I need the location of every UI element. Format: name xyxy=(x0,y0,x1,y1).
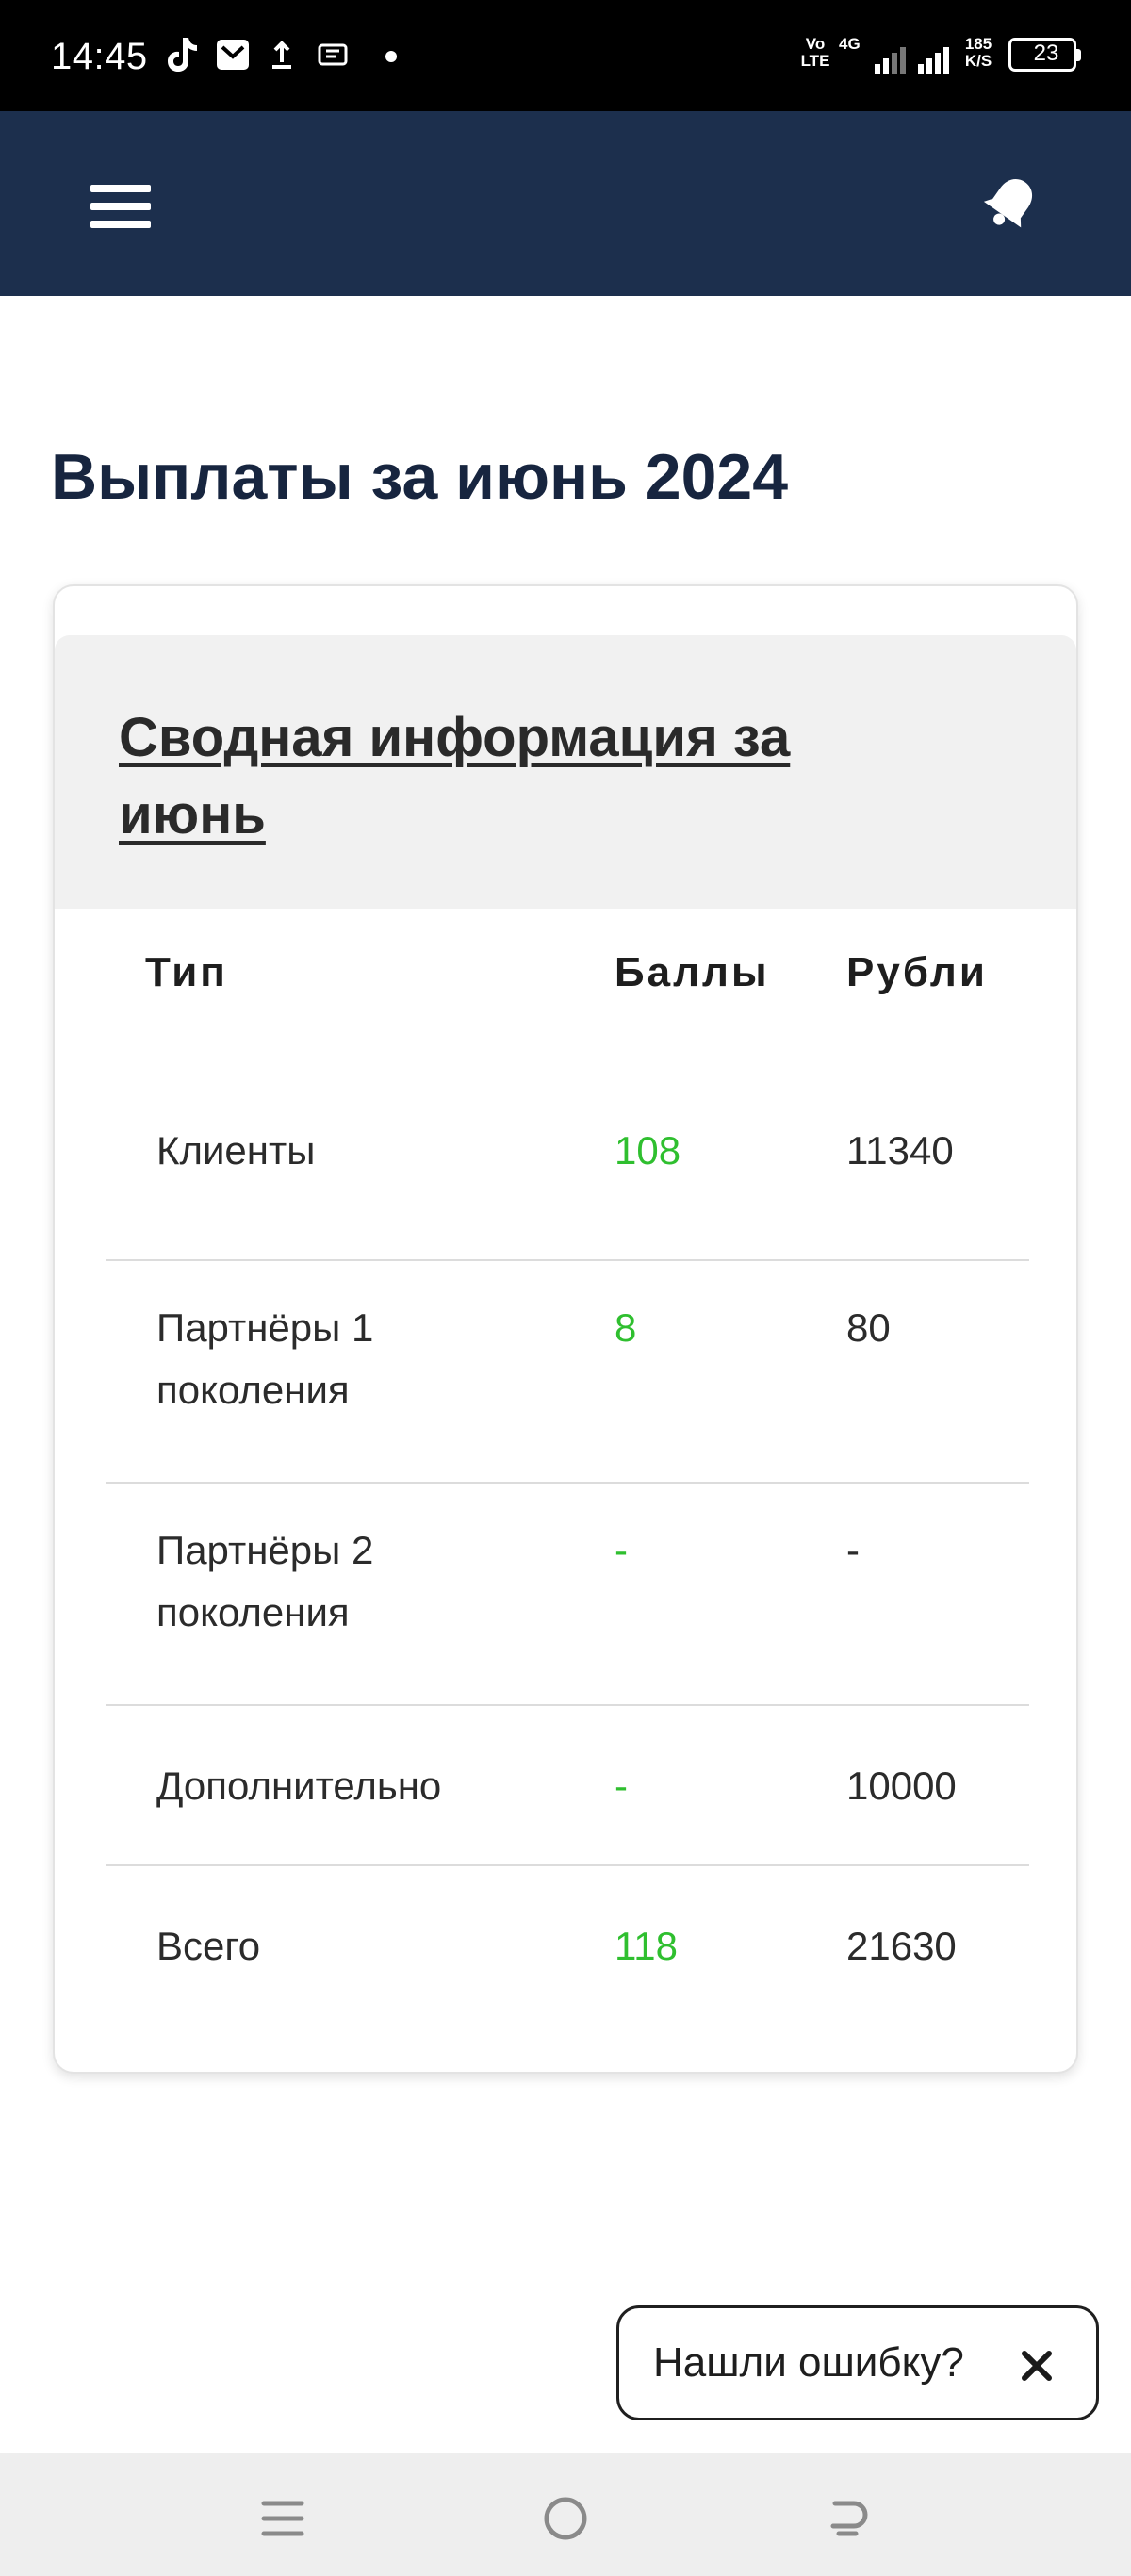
row-rub: - xyxy=(846,1528,860,1572)
summary-card: Сводная информация за июнь Тип Баллы Руб… xyxy=(53,584,1078,2074)
home-icon[interactable] xyxy=(537,2490,594,2547)
row-type: Партнёры 1 поколения xyxy=(156,1305,374,1412)
close-icon[interactable] xyxy=(1015,2344,1058,2387)
row-type: Партнёры 2 поколения xyxy=(156,1528,374,1634)
dot-icon xyxy=(385,51,397,62)
tiktok-icon xyxy=(168,38,197,72)
row-type: Всего xyxy=(156,1924,261,1968)
app-header xyxy=(0,111,1131,296)
back-icon[interactable] xyxy=(820,2490,877,2547)
table-row: Дополнительно - 10000 xyxy=(106,1706,1029,1866)
volte-bottom-label: LTE xyxy=(800,52,830,70)
system-nav-bar xyxy=(0,2453,1131,2576)
speed-unit: K/S xyxy=(964,52,992,70)
app-icon xyxy=(318,43,348,66)
row-rub: 11340 xyxy=(846,1128,954,1173)
column-header-type: Тип xyxy=(145,949,228,995)
mail-icon xyxy=(217,40,249,70)
report-error-button[interactable]: Нашли ошибку? xyxy=(653,2337,964,2389)
battery-tip xyxy=(1076,49,1081,61)
row-points: - xyxy=(615,1528,628,1572)
signal-icon xyxy=(875,47,906,74)
speed-value: 185 xyxy=(964,35,992,53)
status-bar: 14:45 Vo LTE 4G 185 K/S 23 xyxy=(0,0,1131,111)
row-points: 108 xyxy=(615,1128,681,1173)
table-row: Партнёры 1 поколения 8 80 xyxy=(106,1261,1029,1484)
upload-icon xyxy=(272,41,291,69)
status-time: 14:45 xyxy=(51,36,148,77)
battery-icon: 23 xyxy=(1008,38,1081,72)
bell-icon[interactable] xyxy=(976,172,1042,238)
feedback-toast: Нашли ошибку? xyxy=(616,2305,1099,2420)
table-row: Всего 118 21630 xyxy=(106,1866,1029,2026)
signal-icon-2 xyxy=(918,47,949,74)
volte-top-label: Vo xyxy=(805,35,826,53)
battery-level: 23 xyxy=(1033,41,1059,66)
network-speed: 185 K/S xyxy=(959,36,997,70)
recent-apps-icon[interactable] xyxy=(254,2490,311,2547)
volte-indicator: Vo LTE xyxy=(799,36,831,70)
network-label: 4G xyxy=(839,35,861,53)
row-points: - xyxy=(615,1764,628,1808)
row-type: Клиенты xyxy=(156,1128,316,1173)
row-rub: 80 xyxy=(846,1305,891,1350)
network-type: 4G xyxy=(839,36,877,53)
row-rub: 21630 xyxy=(846,1924,957,1968)
column-header-rub: Рубли xyxy=(846,949,988,995)
page-title: Выплаты за июнь 2024 xyxy=(51,441,789,513)
table-row: Клиенты 108 11340 xyxy=(106,1084,1029,1261)
hamburger-menu-icon[interactable] xyxy=(90,185,151,228)
column-header-points: Баллы xyxy=(615,949,770,995)
row-points: 8 xyxy=(615,1305,637,1350)
row-type: Дополнительно xyxy=(156,1764,442,1808)
card-title-link[interactable]: Сводная информация за июнь xyxy=(119,699,929,854)
row-points: 118 xyxy=(615,1924,678,1968)
row-rub: 10000 xyxy=(846,1764,957,1808)
table-row: Партнёры 2 поколения - - xyxy=(106,1484,1029,1706)
